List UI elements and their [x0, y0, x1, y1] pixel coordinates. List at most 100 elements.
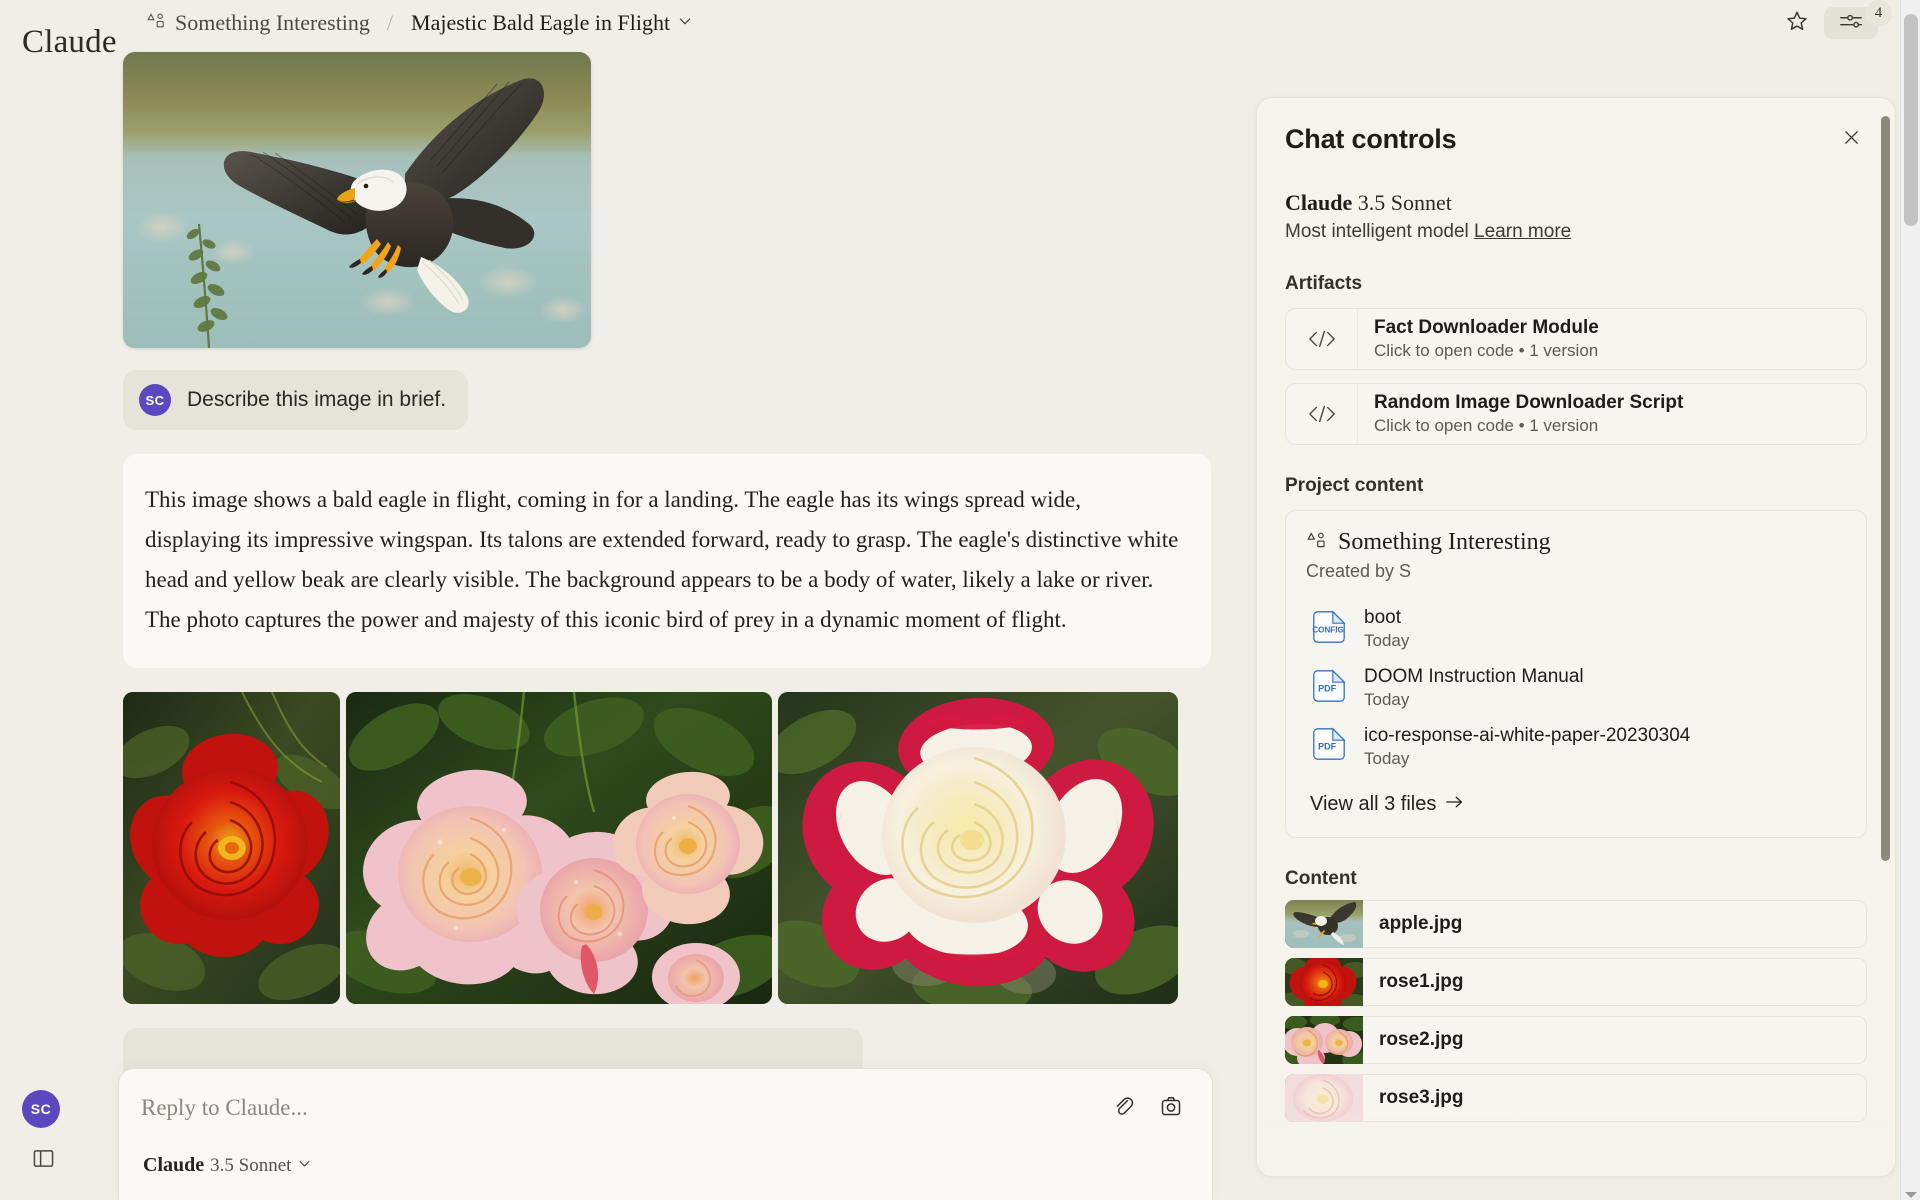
project-file-list: CONFIG boot Today PDF DOOM Instruction M…	[1306, 600, 1846, 776]
artifact-body: Fact Downloader Module Click to open cod…	[1358, 317, 1599, 362]
chevron-down-icon	[677, 13, 693, 34]
attach-file-button[interactable]	[1104, 1091, 1142, 1125]
content-item[interactable]: apple.jpg	[1285, 900, 1867, 949]
rose-pink-cluster-photo	[345, 692, 772, 1004]
model-selector-version: 3.5 Sonnet	[210, 1154, 292, 1176]
content-thumbnail-eagle	[1285, 900, 1363, 949]
model-info: Claude 3.5 Sonnet Most intelligent model…	[1285, 190, 1867, 243]
content-item[interactable]: rose2.jpg	[1285, 1016, 1867, 1065]
code-brackets-icon	[1286, 384, 1358, 444]
rose-red-photo	[123, 692, 340, 1004]
content-item[interactable]: rose3.jpg	[1285, 1074, 1867, 1123]
star-button[interactable]	[1778, 6, 1816, 40]
model-description: Most intelligent model	[1285, 221, 1469, 242]
model-selector[interactable]: Claude 3.5 Sonnet	[141, 1151, 318, 1180]
artifact-item[interactable]: Fact Downloader Module Click to open cod…	[1285, 308, 1867, 370]
rose-bicolor-photo	[777, 692, 1178, 1004]
model-description-line: Most intelligent model Learn more	[1285, 221, 1867, 243]
conversation-scroll-area[interactable]: SC Describe this image in brief. This im…	[0, 48, 1245, 1200]
gallery-image-rose1[interactable]	[123, 692, 340, 1004]
panel-scrollbar[interactable]	[1881, 116, 1890, 1156]
config-file-icon: CONFIG	[1310, 608, 1348, 651]
project-file-name: DOOM Instruction Manual	[1364, 665, 1584, 687]
breadcrumb-conversation-title[interactable]: Majestic Bald Eagle in Flight	[404, 7, 700, 39]
artifact-item[interactable]: Random Image Downloader Script Click to …	[1285, 383, 1867, 445]
arrow-right-icon	[1445, 793, 1464, 816]
close-icon	[1841, 127, 1862, 153]
project-file-meta: boot Today	[1364, 606, 1409, 653]
content-item-name: rose3.jpg	[1363, 1074, 1867, 1123]
project-name: Something Interesting	[1338, 529, 1551, 555]
scroll-down-arrow-icon[interactable]	[1905, 1192, 1917, 1198]
close-panel-button[interactable]	[1835, 124, 1867, 156]
user-message-text: Describe this image in brief.	[187, 388, 447, 411]
svg-text:PDF: PDF	[1318, 742, 1337, 752]
project-file-row[interactable]: PDF ico-response-ai-white-paper-20230304…	[1306, 718, 1846, 777]
message-composer: Reply to Claude... Claude 3.5 Sonnet	[118, 1068, 1213, 1200]
browser-scrollbar[interactable]	[1900, 0, 1920, 1200]
artifact-title: Fact Downloader Module	[1374, 316, 1599, 338]
top-bar-actions: 4	[1778, 0, 1892, 40]
gallery-image-rose3[interactable]	[777, 692, 1178, 1004]
project-created-by: Created by S	[1306, 561, 1412, 581]
attached-image-eagle[interactable]	[123, 52, 591, 348]
project-shapes-icon	[1306, 530, 1327, 556]
project-link[interactable]: Something Interesting	[1306, 529, 1846, 556]
user-avatar-button[interactable]: SC	[22, 1090, 60, 1128]
project-file-name: boot	[1364, 607, 1401, 628]
conversation-title-label: Majestic Bald Eagle in Flight	[411, 10, 671, 35]
model-selector-name: Claude	[143, 1154, 205, 1176]
rose-pale-thumb	[1285, 1074, 1363, 1123]
project-shapes-icon	[146, 11, 166, 36]
panel-scrollbar-thumb[interactable]	[1881, 116, 1890, 861]
breadcrumb-project[interactable]: Something Interesting	[140, 7, 376, 39]
content-item-name: rose2.jpg	[1363, 1016, 1867, 1065]
artifact-title: Random Image Downloader Script	[1374, 391, 1684, 413]
reply-input[interactable]: Reply to Claude...	[141, 1091, 1104, 1121]
avatar: SC	[139, 384, 171, 416]
project-file-meta: ico-response-ai-white-paper-20230304 Tod…	[1364, 724, 1690, 771]
paperclip-icon	[1111, 1094, 1135, 1123]
breadcrumb: Something Interesting / Majestic Bald Ea…	[140, 6, 700, 40]
content-thumbnail-rose3	[1285, 1074, 1363, 1123]
project-file-date: Today	[1364, 690, 1410, 710]
project-file-date: Today	[1364, 631, 1410, 651]
chat-controls-panel: Chat controls Claude 3.5 Sonnet Most int…	[1256, 97, 1896, 1177]
user-message: SC Describe this image in brief.	[123, 370, 469, 430]
project-file-row[interactable]: PDF DOOM Instruction Manual Today	[1306, 659, 1846, 718]
assistant-message: This image shows a bald eagle in flight,…	[123, 454, 1211, 668]
content-thumbnail-rose2	[1285, 1016, 1363, 1065]
panel-title: Chat controls	[1285, 124, 1457, 154]
eagle-thumb	[1285, 900, 1363, 949]
browser-scrollbar-thumb[interactable]	[1904, 14, 1918, 226]
camera-icon	[1159, 1094, 1183, 1123]
project-file-date: Today	[1364, 748, 1410, 768]
model-version: 3.5 Sonnet	[1357, 190, 1452, 215]
chevron-down-icon	[297, 1156, 312, 1176]
screenshot-button[interactable]	[1152, 1091, 1190, 1125]
project-file-row[interactable]: CONFIG boot Today	[1306, 600, 1846, 659]
image-gallery	[123, 692, 1178, 1004]
content-item-name: rose1.jpg	[1363, 958, 1867, 1007]
view-all-files-label: View all 3 files	[1310, 793, 1437, 816]
chat-controls-header: Chat controls	[1285, 124, 1867, 156]
project-content-heading: Project content	[1285, 475, 1424, 496]
artifact-subtitle: Click to open code • 1 version	[1374, 416, 1599, 436]
content-item[interactable]: rose1.jpg	[1285, 958, 1867, 1007]
sidebar-toggle-button[interactable]	[28, 1147, 58, 1175]
claude-chat-app: Claude Something Interesting / Majestic …	[0, 0, 1920, 1200]
breadcrumb-project-label: Something Interesting	[175, 10, 370, 35]
project-file-meta: DOOM Instruction Manual Today	[1364, 665, 1584, 712]
svg-text:CONFIG: CONFIG	[1312, 626, 1343, 635]
breadcrumb-separator: /	[386, 10, 394, 35]
claude-logo[interactable]: Claude	[22, 24, 117, 61]
eagle-photo	[123, 52, 591, 348]
learn-more-link[interactable]: Learn more	[1474, 221, 1571, 242]
chat-controls-button[interactable]: 4	[1824, 0, 1892, 39]
view-all-files-link[interactable]: View all 3 files	[1306, 790, 1468, 819]
gallery-image-rose2[interactable]	[345, 692, 772, 1004]
rose-pink-thumb	[1285, 1016, 1363, 1065]
top-bar: Claude Something Interesting / Majestic …	[0, 0, 1900, 60]
artifacts-heading: Artifacts	[1285, 273, 1363, 294]
content-item-name: apple.jpg	[1363, 900, 1867, 949]
